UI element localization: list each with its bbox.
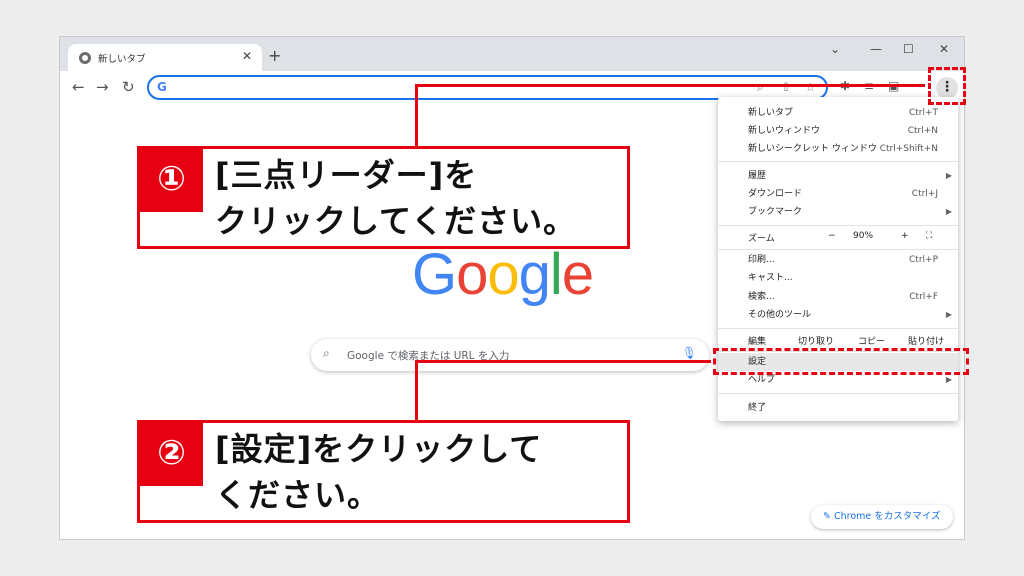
minimize-button[interactable]: — (870, 42, 882, 56)
menu-find[interactable]: 検索... Ctrl+F (718, 288, 958, 306)
zoom-out-button[interactable]: − (828, 231, 836, 241)
window-close-button[interactable]: ✕ (939, 42, 949, 56)
connector-line-2h (415, 360, 711, 363)
new-tab-button[interactable]: + (268, 46, 281, 65)
search-icon[interactable]: ⌕ (757, 80, 764, 95)
menu-label: ダウンロード (748, 189, 803, 199)
step-1-line2: クリックしてください。 (215, 202, 577, 240)
menu-divider (718, 328, 958, 329)
menu-shortcut: Ctrl+Shift+N (879, 144, 938, 154)
paste-button[interactable]: 貼り付け (908, 334, 944, 347)
tab-new-tab[interactable]: 新しいタブ ✕ (68, 44, 262, 71)
menu-cast[interactable]: キャスト... (718, 269, 958, 287)
maximize-button[interactable]: ☐ (903, 42, 914, 56)
step-2-line2: ください。 (215, 476, 381, 514)
chevron-right-icon: ▶ (945, 171, 952, 180)
search-box[interactable]: ⌕ Google で検索または URL を入力 🎙 (311, 339, 709, 371)
edit-label: 編集 (748, 337, 767, 347)
reload-button[interactable]: ↻ (122, 78, 135, 96)
menu-label: 新しいウィンドウ (748, 126, 821, 136)
menu-new-window[interactable]: 新しいウィンドウ Ctrl+N (718, 122, 958, 140)
tab-search-icon[interactable]: ⌄ (830, 42, 840, 56)
menu-label: 新しいタブ (748, 108, 794, 118)
google-icon: G (157, 80, 167, 94)
close-icon[interactable]: ✕ (242, 49, 252, 63)
forward-button[interactable]: → (96, 78, 109, 96)
menu-divider (718, 393, 958, 394)
share-icon[interactable]: ⇧ (781, 80, 791, 94)
menu-divider (718, 161, 958, 162)
menu-shortcut: Ctrl+T (908, 108, 938, 118)
google-logo: Google (412, 241, 594, 308)
back-button[interactable]: ← (72, 78, 85, 96)
tab-bar: 新しいタブ ✕ + ⌄ — ☐ ✕ (60, 37, 964, 71)
step-1-line1: [三点リーダー]を (215, 156, 478, 194)
star-icon[interactable]: ☆ (805, 80, 816, 94)
menu-shortcut: Ctrl+P (909, 255, 938, 265)
menu-label: 終了 (748, 403, 767, 413)
zoom-value: 90% (853, 231, 874, 241)
menu-more-tools[interactable]: その他のツール ▶ (718, 306, 958, 324)
chrome-icon (79, 52, 91, 64)
highlight-three-dot (928, 67, 966, 105)
zoom-label: ズーム (748, 234, 775, 244)
menu-exit[interactable]: 終了 (718, 399, 958, 417)
connector-line-1h (415, 84, 925, 87)
menu-shortcut: Ctrl+J (911, 189, 938, 199)
menu-divider (718, 249, 958, 250)
pencil-icon: ✎ (823, 511, 834, 522)
zoom-in-button[interactable]: + (901, 231, 909, 241)
step-1-number: ① (140, 149, 203, 212)
customize-chrome-button[interactable]: ✎ Chrome をカスタマイズ (811, 505, 953, 529)
menu-history[interactable]: 履歴 ▶ (718, 167, 958, 185)
cut-button[interactable]: 切り取り (798, 334, 834, 347)
menu-label: ブックマーク (748, 207, 803, 217)
menu-new-tab[interactable]: 新しいタブ Ctrl+T (718, 104, 958, 122)
menu-bookmarks[interactable]: ブックマーク ▶ (718, 203, 958, 221)
menu-divider (718, 225, 958, 226)
chevron-right-icon: ▶ (945, 310, 952, 319)
connector-line-1 (415, 84, 418, 148)
step-2-number: ② (140, 423, 203, 486)
highlight-settings (713, 348, 969, 375)
customize-label: Chrome をカスタマイズ (833, 511, 941, 522)
menu-edit-row: 編集 切り取り コピー 貼り付け (718, 330, 958, 350)
menu-zoom-row: ズーム − 90% + ⛶ (718, 227, 958, 247)
menu-label: 新しいシークレット ウィンドウ (748, 144, 877, 154)
tab-title: 新しいタブ (98, 54, 146, 65)
callout-step-1: ① [三点リーダー]を クリックしてください。 (137, 146, 630, 249)
chevron-right-icon: ▶ (945, 207, 952, 216)
menu-print[interactable]: 印刷... Ctrl+P (718, 251, 958, 269)
menu-label: 履歴 (748, 171, 767, 181)
menu-label: 印刷... (748, 255, 775, 265)
menu-shortcut: Ctrl+F (909, 292, 938, 302)
search-icon: ⌕ (323, 346, 330, 360)
connector-line-2 (415, 360, 418, 422)
menu-downloads[interactable]: ダウンロード Ctrl+J (718, 185, 958, 203)
menu-shortcut: Ctrl+N (907, 126, 938, 136)
menu-label: ヘルプ (748, 375, 776, 385)
fullscreen-icon[interactable]: ⛶ (926, 231, 932, 241)
step-2-line1: [設定]をクリックして (215, 430, 543, 468)
microphone-icon[interactable]: 🎙 (682, 346, 697, 360)
menu-incognito[interactable]: 新しいシークレット ウィンドウ Ctrl+Shift+N (718, 140, 958, 158)
callout-step-2: ② [設定]をクリックして ください。 (137, 420, 630, 523)
google-logo-text: Google (412, 242, 594, 307)
copy-button[interactable]: コピー (858, 334, 885, 347)
menu-label: キャスト... (748, 273, 793, 283)
menu-label: 検索... (748, 292, 775, 302)
menu-label: その他のツール (748, 310, 812, 320)
